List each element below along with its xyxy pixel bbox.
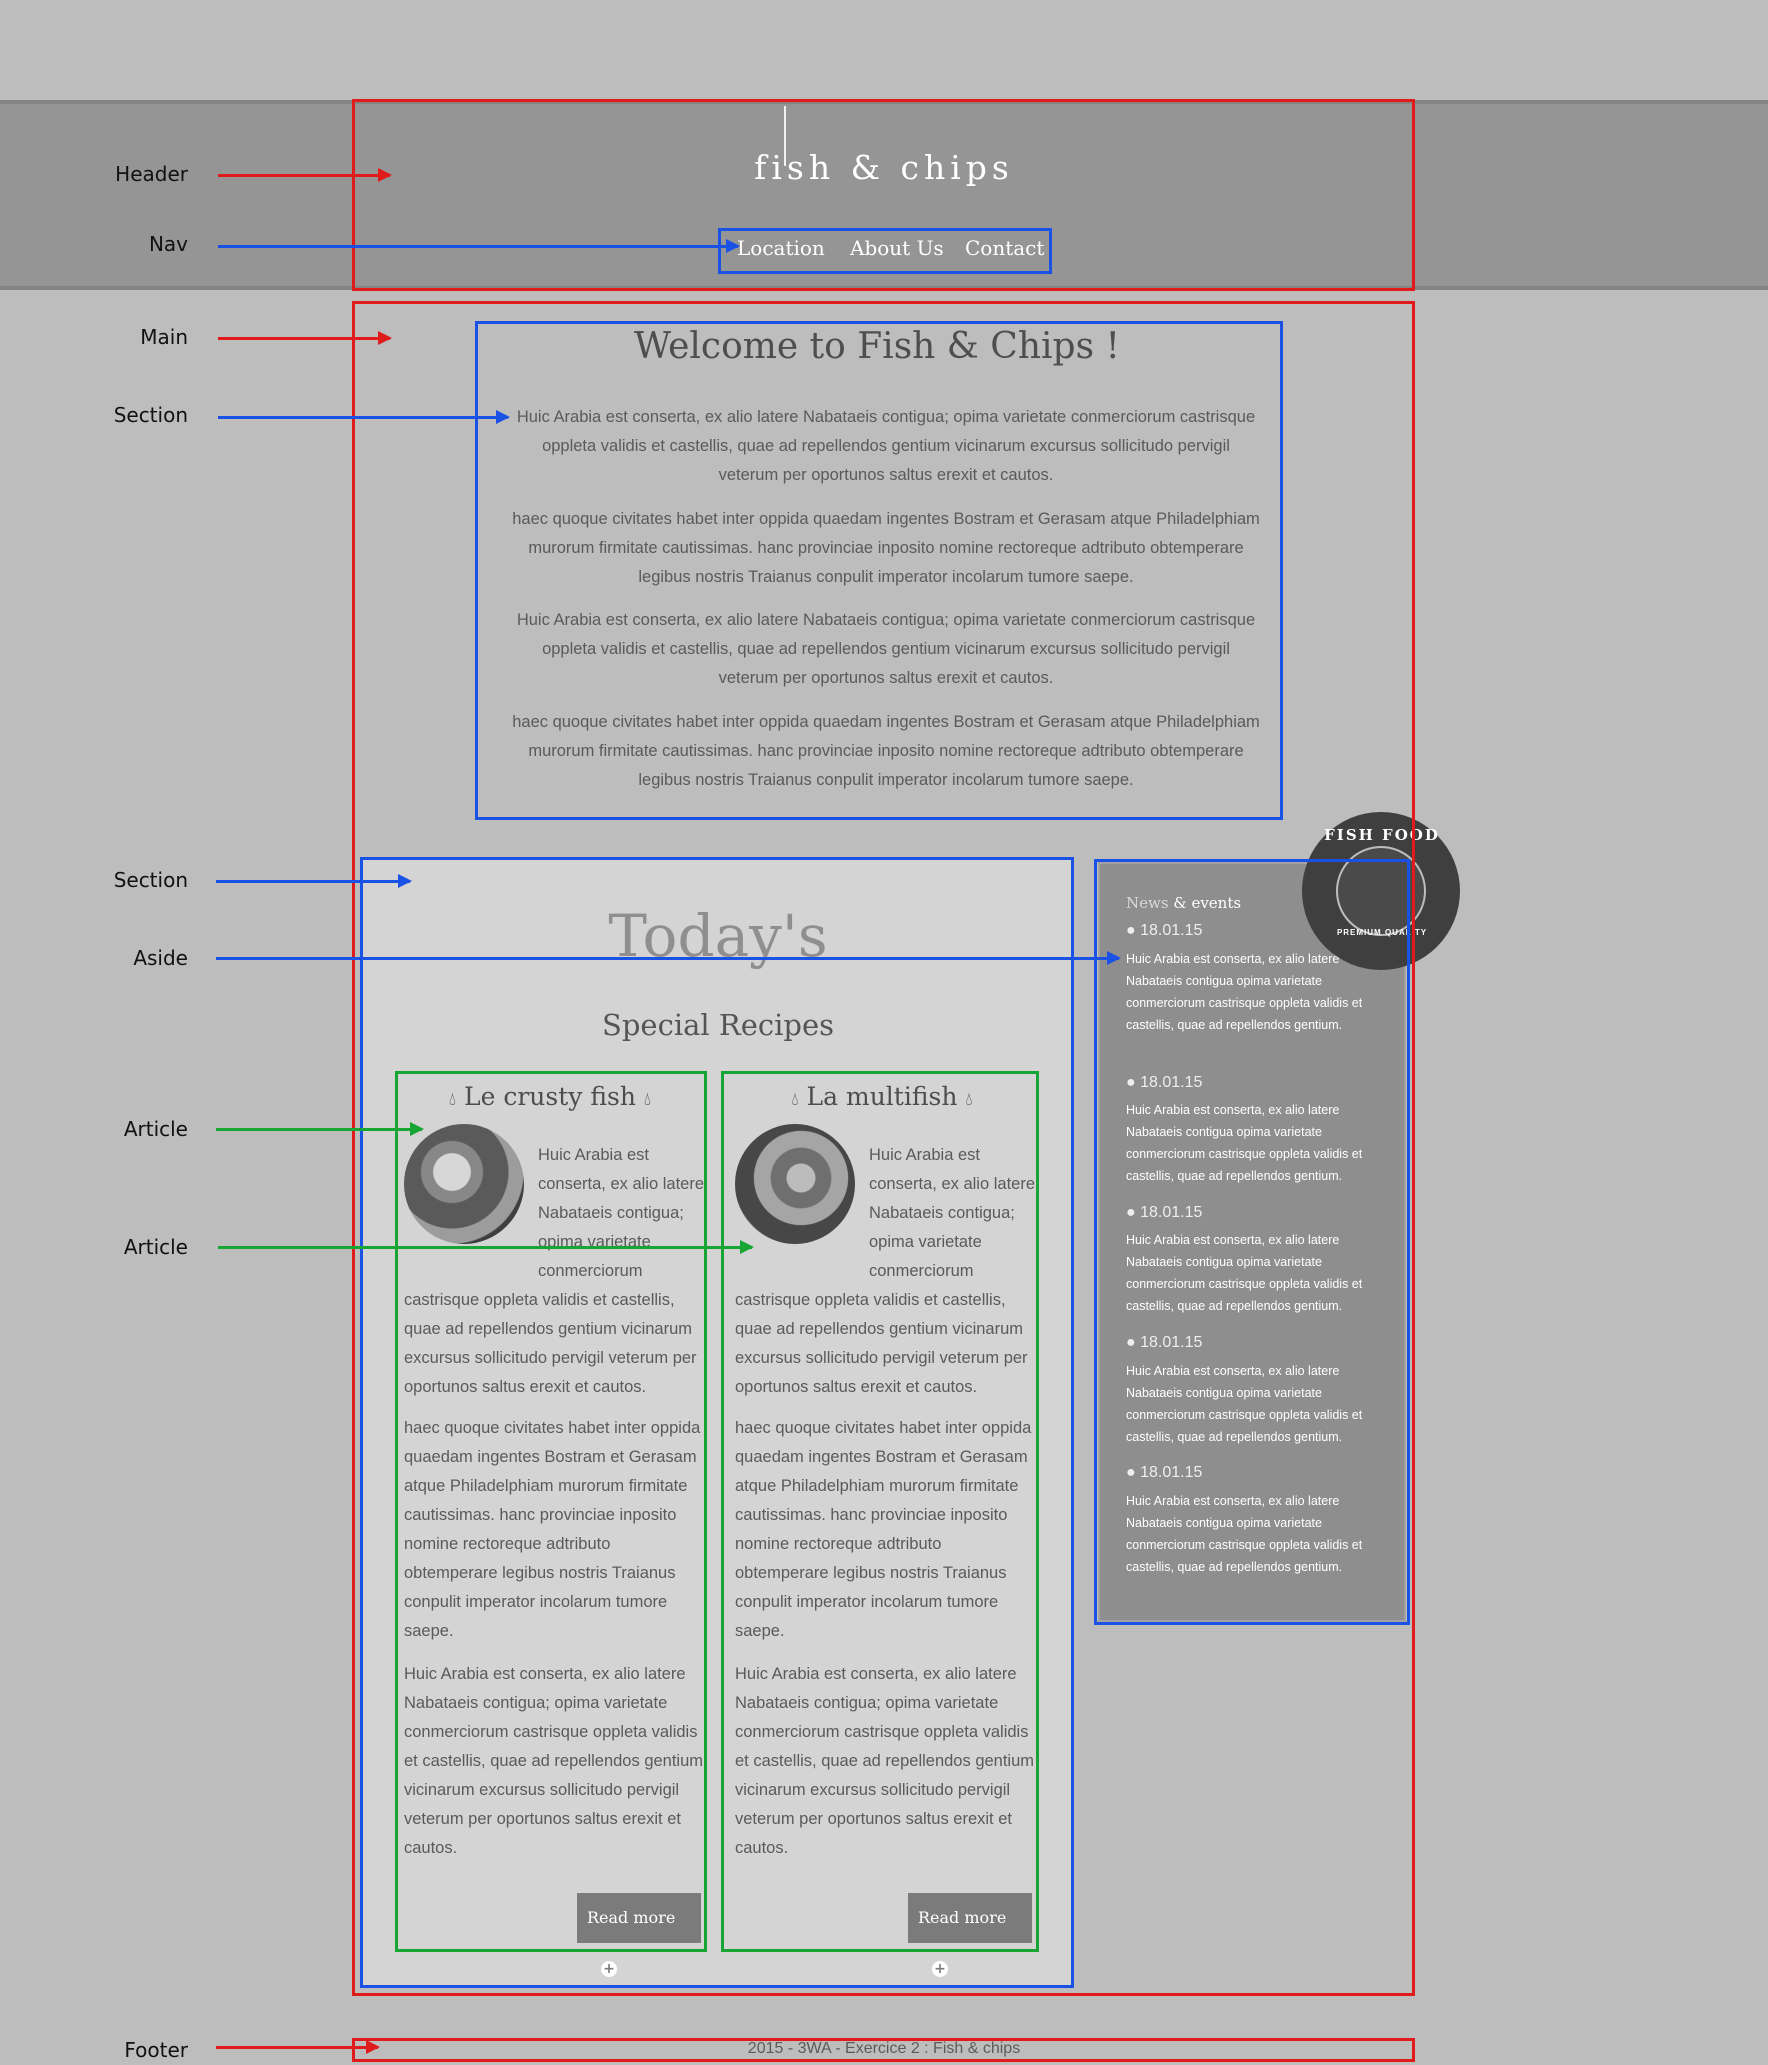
arrow-icon xyxy=(216,2040,380,2054)
footer-annotation-box xyxy=(352,2038,1415,2062)
arrow-icon xyxy=(216,874,412,888)
aside-annotation-label: Aside xyxy=(133,946,188,970)
section-annotation-label: Section xyxy=(113,403,188,427)
section-annotation-box xyxy=(475,321,1283,820)
arrow-icon xyxy=(216,951,1121,965)
footer-annotation-label: Footer xyxy=(124,2038,188,2062)
arrow-icon xyxy=(218,1240,754,1254)
header-annotation-label: Header xyxy=(115,162,188,186)
article-annotation-label: Article xyxy=(123,1235,188,1259)
arrow-icon xyxy=(218,410,510,424)
arrow-icon xyxy=(218,331,392,345)
arrow-icon xyxy=(216,1122,424,1136)
arrow-icon xyxy=(218,239,740,253)
nav-annotation-label: Nav xyxy=(148,232,188,256)
aside-annotation-box xyxy=(1094,859,1410,1625)
nav-annotation-box xyxy=(718,228,1052,274)
article-annotation-label: Article xyxy=(123,1117,188,1141)
section-annotation-label: Section xyxy=(113,868,188,892)
article-annotation-box xyxy=(721,1071,1039,1952)
article-annotation-box xyxy=(395,1071,707,1952)
main-annotation-label: Main xyxy=(140,325,188,349)
arrow-icon xyxy=(218,168,392,182)
